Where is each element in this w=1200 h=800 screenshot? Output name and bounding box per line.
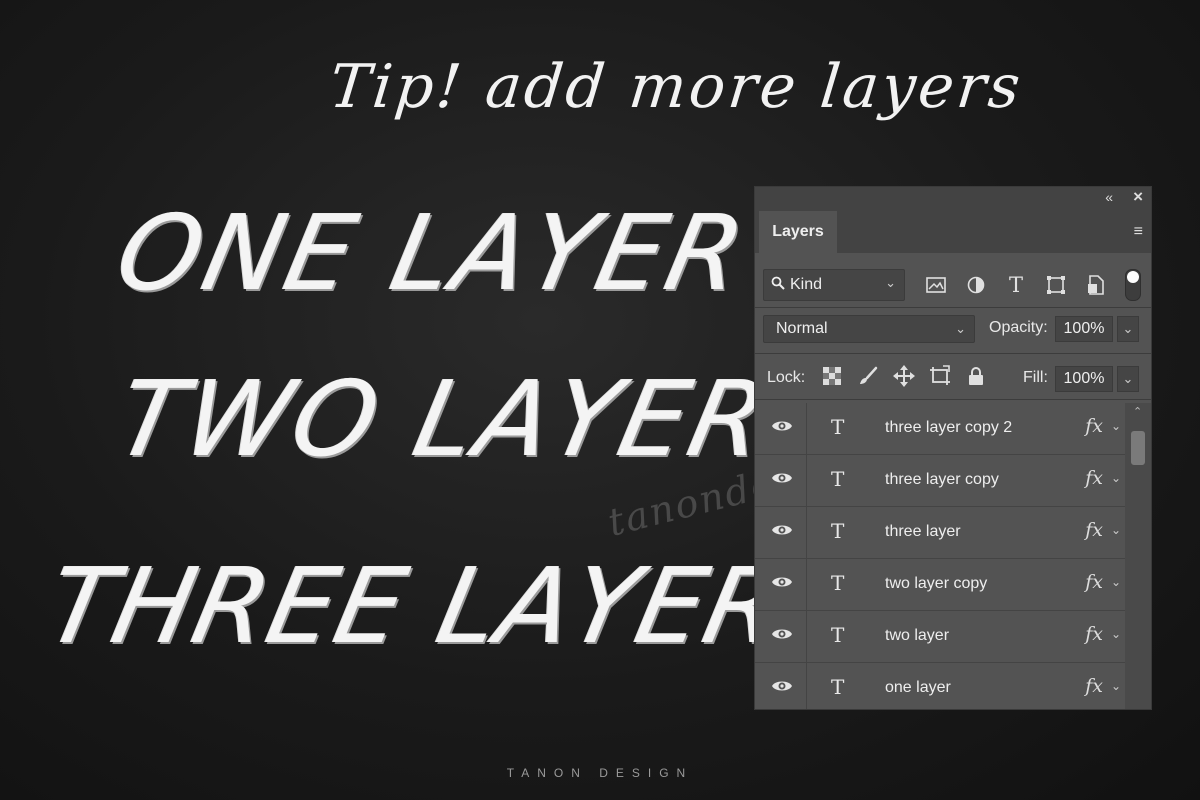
lock-row: Lock: Fill: 100% ⌄	[763, 363, 1143, 393]
divider	[806, 455, 807, 506]
filter-row: Kind ⌄ T	[763, 269, 1143, 301]
layer-row[interactable]: Tthree layer copy fx ⌄	[755, 455, 1125, 507]
chevron-down-icon: ⌄	[885, 275, 896, 290]
chevron-down-icon[interactable]: ⌄	[1111, 523, 1121, 537]
layer-name[interactable]: two layer	[885, 627, 949, 645]
divider	[755, 353, 1151, 354]
blend-mode-value: Normal	[776, 320, 828, 337]
lock-icons	[819, 363, 989, 389]
divider	[806, 507, 807, 558]
blend-mode-select[interactable]: Normal ⌄	[763, 315, 975, 343]
layer-name[interactable]: three layer	[885, 523, 961, 541]
effects-icon[interactable]: fx	[1085, 623, 1103, 645]
layers-scrollbar[interactable]: ⌃	[1125, 403, 1151, 709]
opacity-label: Opacity:	[989, 319, 1048, 336]
type-layer-icon: T	[831, 675, 845, 699]
visibility-eye-icon[interactable]	[771, 626, 793, 646]
type-filter-icon[interactable]: T	[1003, 272, 1029, 298]
fill-input[interactable]: 100%	[1055, 366, 1113, 392]
chevron-down-icon[interactable]: ⌄	[1111, 627, 1121, 641]
type-layer-icon: T	[831, 571, 845, 595]
layers-list: Tthree layer copy 2 fx ⌄ Tthree layer copy f…	[755, 403, 1125, 709]
type-layer-icon: T	[831, 467, 845, 491]
panel-menu-icon[interactable]: ≡	[1134, 223, 1143, 241]
lock-image-pixels-icon[interactable]	[855, 363, 881, 389]
blend-row: Normal ⌄ Opacity: 100% ⌄	[763, 315, 1143, 345]
tab-layers[interactable]: Layers	[759, 211, 837, 253]
effects-icon[interactable]: fx	[1085, 415, 1103, 437]
lock-all-icon[interactable]	[963, 363, 989, 389]
chevron-down-icon: ⌄	[955, 321, 966, 336]
effects-icon[interactable]: fx	[1085, 571, 1103, 593]
lock-artboard-icon[interactable]	[927, 363, 953, 389]
panel-titlebar: « ×	[755, 187, 1151, 209]
chevron-down-icon[interactable]: ⌄	[1111, 471, 1121, 485]
layer-row[interactable]: Ttwo layer fx ⌄	[755, 611, 1125, 663]
scroll-thumb[interactable]	[1131, 431, 1145, 465]
visibility-eye-icon[interactable]	[771, 574, 793, 594]
lock-transparent-pixels-icon[interactable]	[819, 363, 845, 389]
divider	[755, 399, 1151, 400]
collapse-icon[interactable]: «	[1105, 189, 1113, 205]
filter-icons: T	[923, 272, 1109, 298]
chevron-down-icon[interactable]: ⌄	[1111, 679, 1121, 693]
opacity-input[interactable]: 100%	[1055, 316, 1113, 342]
panel-tabbar: Layers ≡	[755, 209, 1151, 253]
type-layer-icon: T	[831, 623, 845, 647]
pixel-filter-icon[interactable]	[923, 272, 949, 298]
tip-heading: Tip! add more layers	[326, 52, 1027, 122]
chevron-down-icon[interactable]: ⌄	[1111, 575, 1121, 589]
shape-filter-icon[interactable]	[1043, 272, 1069, 298]
opacity-chevron-icon[interactable]: ⌄	[1117, 316, 1139, 342]
effects-icon[interactable]: fx	[1085, 519, 1103, 541]
type-layer-icon: T	[831, 519, 845, 543]
divider	[806, 403, 807, 454]
type-layer-icon: T	[831, 415, 845, 439]
visibility-eye-icon[interactable]	[771, 678, 793, 698]
close-icon[interactable]: ×	[1133, 187, 1143, 207]
smart-object-filter-icon[interactable]	[1083, 272, 1109, 298]
headline-three-layer: THREE LAYER	[37, 545, 795, 667]
lock-position-icon[interactable]	[891, 363, 917, 389]
layer-name[interactable]: two layer copy	[885, 575, 987, 593]
divider	[806, 611, 807, 662]
divider	[755, 307, 1151, 308]
visibility-eye-icon[interactable]	[771, 522, 793, 542]
layer-row[interactable]: Ttwo layer copy fx ⌄	[755, 559, 1125, 611]
layer-name[interactable]: three layer copy	[885, 471, 999, 489]
filter-kind-select[interactable]: Kind ⌄	[763, 269, 905, 301]
adjustment-filter-icon[interactable]	[963, 272, 989, 298]
layer-name[interactable]: one layer	[885, 679, 951, 697]
filter-toggle[interactable]	[1125, 269, 1141, 301]
filter-kind-label: Kind	[790, 276, 823, 293]
layers-panel: « × Layers ≡ Kind ⌄ T Normal ⌄ Opacity: …	[754, 186, 1152, 710]
divider	[806, 559, 807, 610]
effects-icon[interactable]: fx	[1085, 467, 1103, 489]
scroll-up-icon[interactable]: ⌃	[1133, 405, 1142, 418]
fill-label: Fill:	[1023, 369, 1048, 386]
layer-row[interactable]: Tthree layer fx ⌄	[755, 507, 1125, 559]
footer-brand: TANON DESIGN	[506, 766, 694, 780]
headline-one-layer: ONE LAYER	[107, 192, 758, 314]
divider	[806, 663, 807, 709]
layer-row[interactable]: Tone layer fx ⌄	[755, 663, 1125, 709]
lock-label: Lock:	[767, 369, 806, 386]
visibility-eye-icon[interactable]	[771, 418, 793, 438]
effects-icon[interactable]: fx	[1085, 675, 1103, 697]
search-icon	[771, 276, 785, 294]
fill-chevron-icon[interactable]: ⌄	[1117, 366, 1139, 392]
layer-row[interactable]: Tthree layer copy 2 fx ⌄	[755, 403, 1125, 455]
headline-two-layer: TWO LAYER	[107, 358, 781, 480]
layer-name[interactable]: three layer copy 2	[885, 419, 1012, 437]
chevron-down-icon[interactable]: ⌄	[1111, 419, 1121, 433]
visibility-eye-icon[interactable]	[771, 470, 793, 490]
